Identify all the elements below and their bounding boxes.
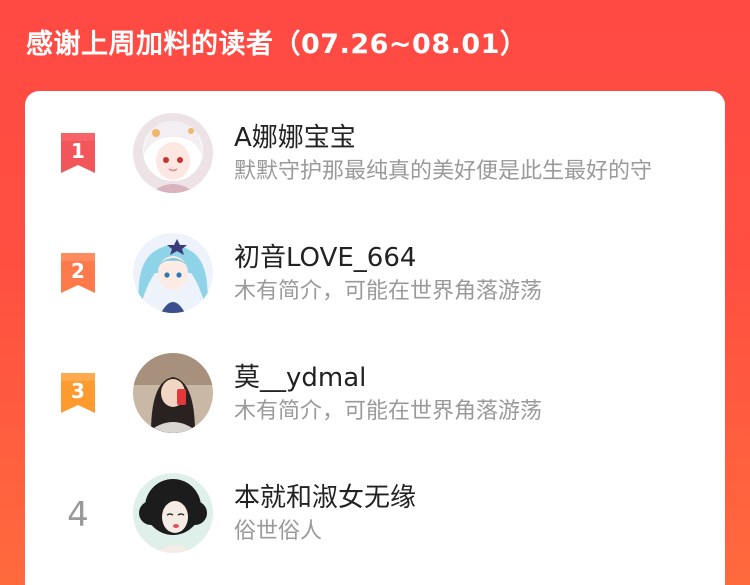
selfie-girl-avatar-icon [133,353,213,433]
reader-4-avatar[interactable] [133,473,213,553]
reader-2-avatar[interactable] [133,233,213,313]
anime-girl-white-hair-avatar-icon [133,113,213,193]
rank-2-ribbon-icon: 2 [57,251,99,295]
reader-thanks-page: 感谢上周加料的读者（07.26~08.01） 1 A娜娜宝宝 默默守护那最纯真的… [0,0,750,585]
reader-4-bio: 俗世俗人 [234,519,323,544]
reader-row-1[interactable]: 1 A娜娜宝宝 默默守护那最纯真的美好便是此生最好的守 [25,91,725,193]
reader-1-name[interactable]: A娜娜宝宝 [234,117,356,154]
page-title: 感谢上周加料的读者（07.26~08.01） [26,29,528,60]
rank-1-number: 1 [71,139,85,163]
rank-3-ribbon-icon: 3 [57,371,99,415]
reader-row-2[interactable]: 2 初音LOVE_664 木有简介，可能在世界角落游荡 [25,211,725,313]
illustrated-girl-curly-hair-avatar-icon [133,473,213,553]
rank-1-ribbon-icon: 1 [57,131,99,175]
anime-girl-blue-twintails-avatar-icon [133,233,213,313]
reader-4-name[interactable]: 本就和淑女无缘 [234,477,416,514]
reader-3-avatar[interactable] [133,353,213,433]
reader-row-3[interactable]: 3 莫__ydmal 木有简介，可能在世界角落游荡 [25,331,725,433]
reader-row-4[interactable]: 4 本就和淑女无缘 俗世俗人 [25,451,725,553]
reader-1-avatar[interactable] [133,113,213,193]
rank-4-number: 4 [67,495,89,535]
reader-2-name[interactable]: 初音LOVE_664 [234,237,416,274]
reader-2-bio: 木有简介，可能在世界角落游荡 [234,279,543,304]
rank-2-number: 2 [71,259,85,283]
reader-list-card: 1 A娜娜宝宝 默默守护那最纯真的美好便是此生最好的守 2 初音LOVE_664… [25,91,725,585]
reader-1-bio: 默默守护那最纯真的美好便是此生最好的守 [234,159,653,184]
rank-3-number: 3 [71,379,85,403]
reader-3-name[interactable]: 莫__ydmal [234,357,366,394]
reader-3-bio: 木有简介，可能在世界角落游荡 [234,399,543,424]
